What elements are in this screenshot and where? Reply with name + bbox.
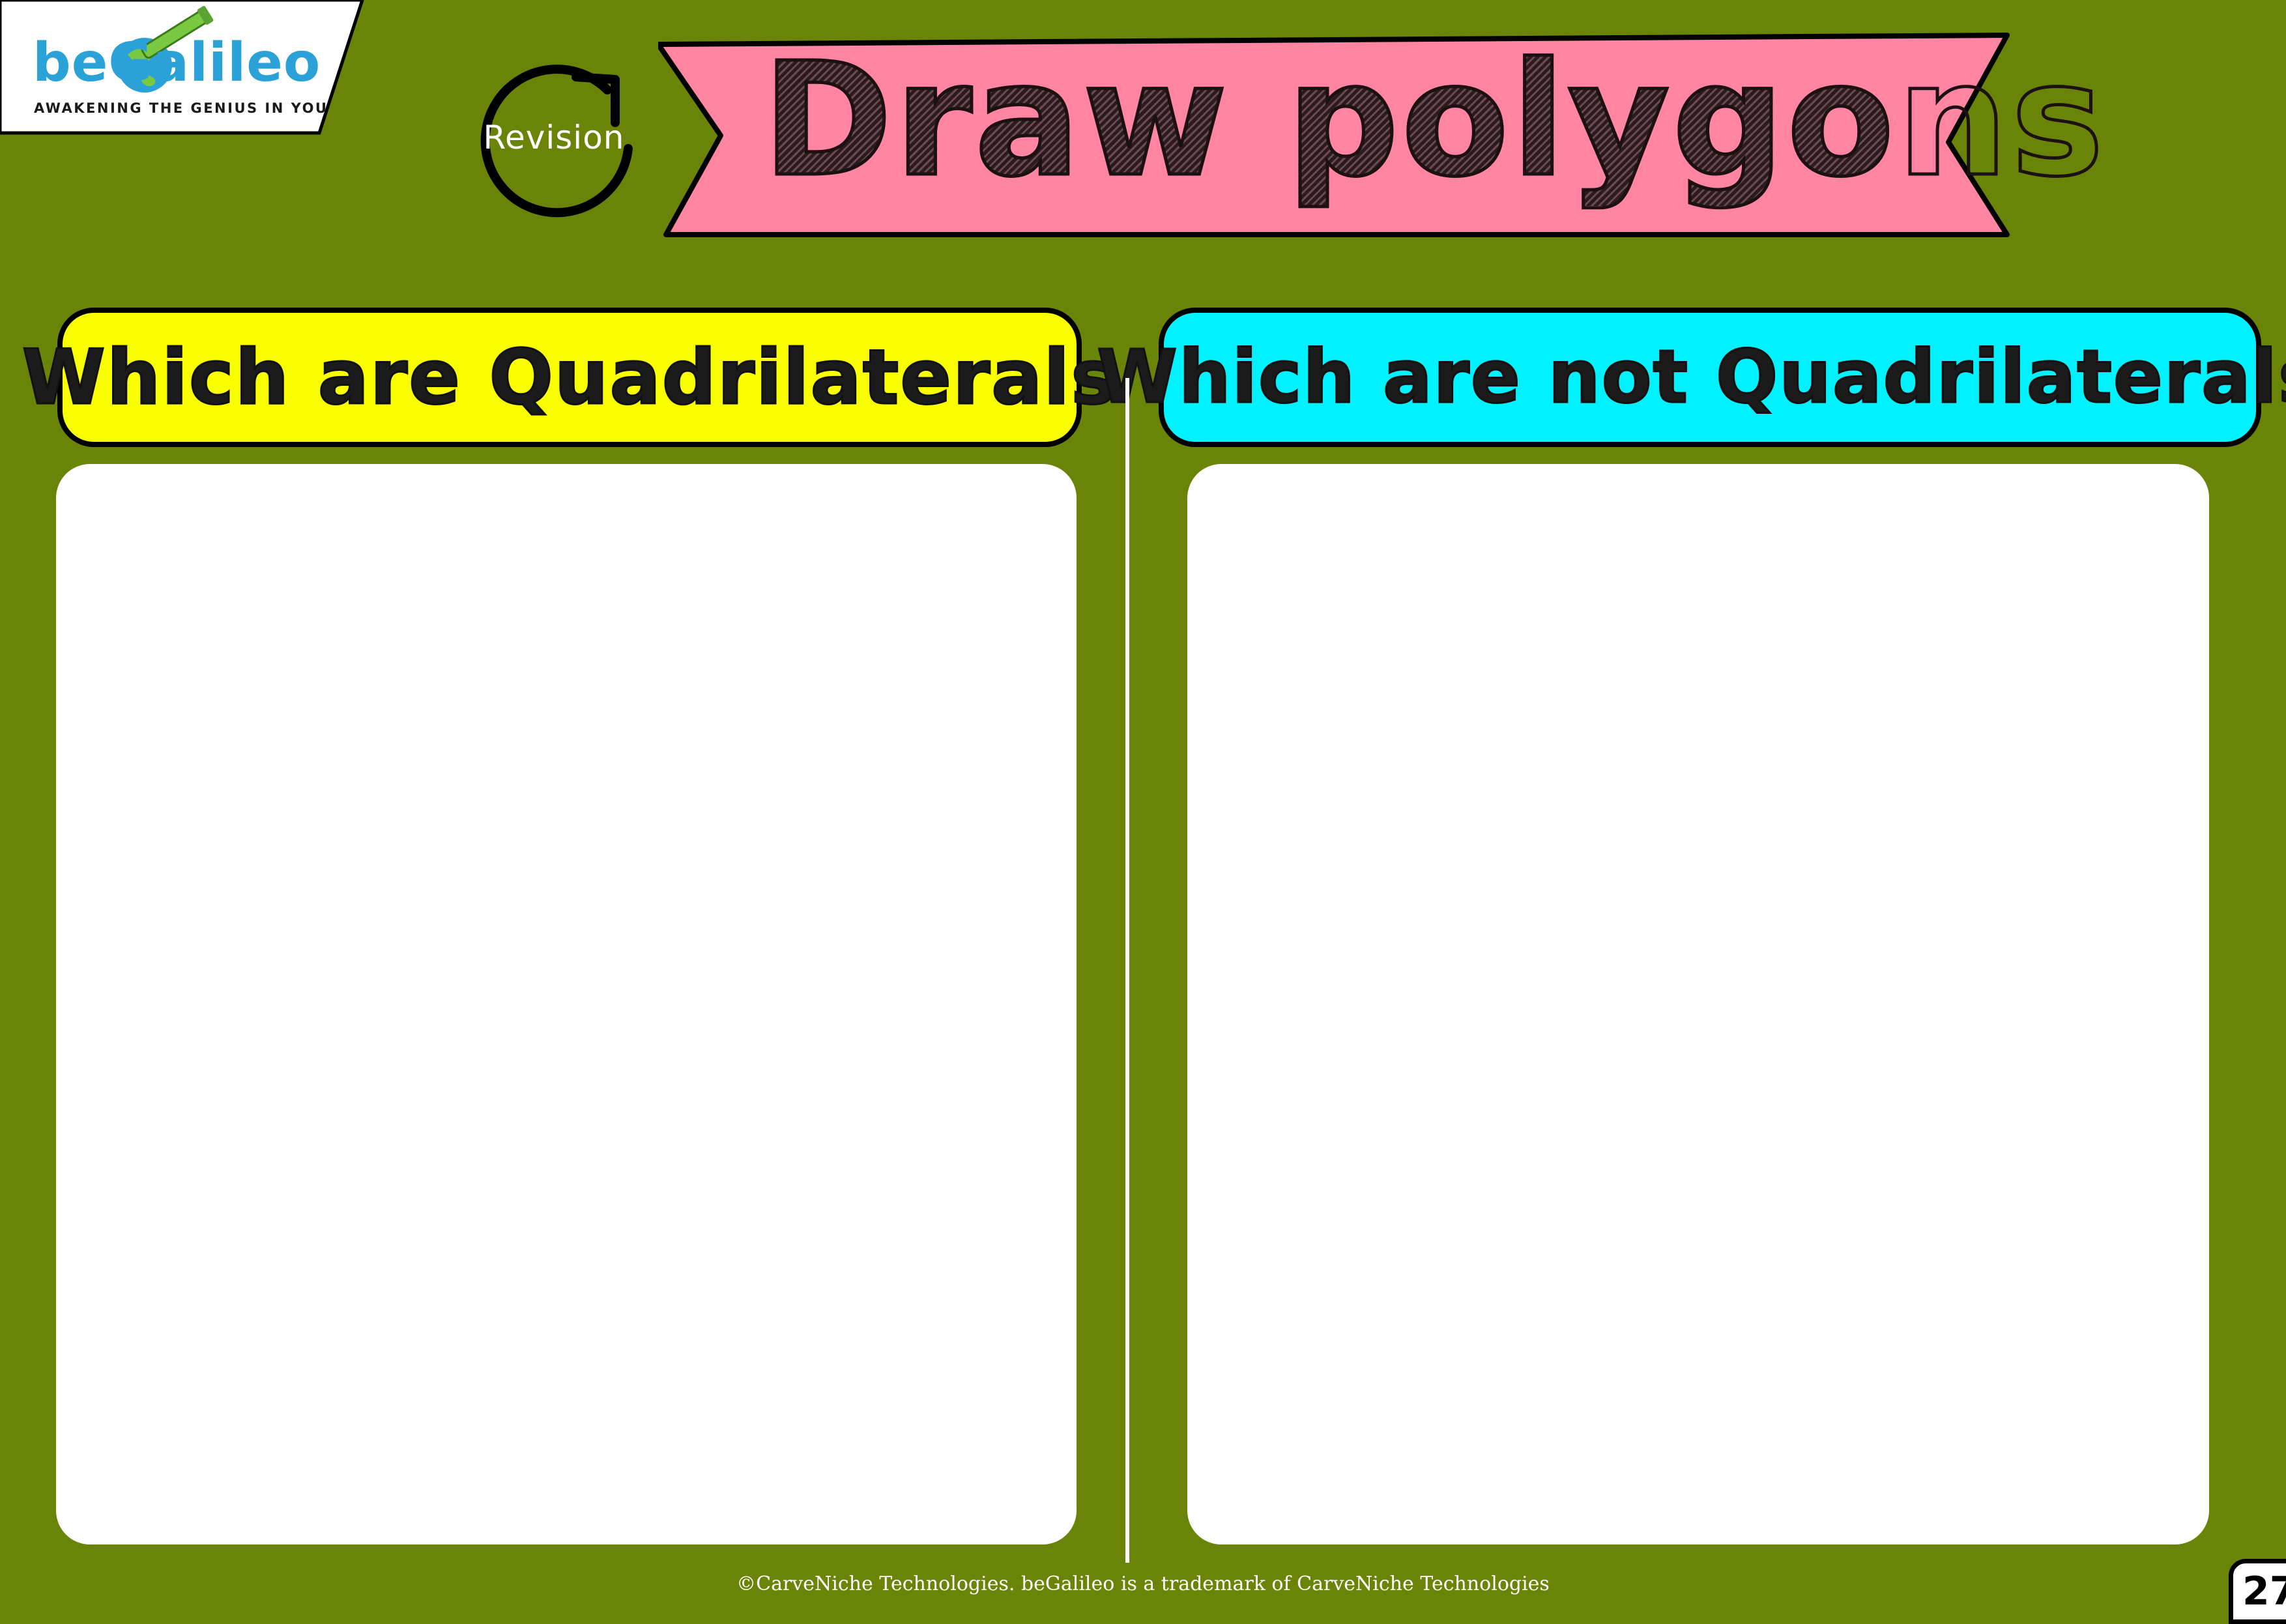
revision-label: Revision bbox=[483, 119, 625, 156]
right-column-header-label: Which are not Quadrilaterals bbox=[1096, 334, 2286, 421]
non-quadrilaterals-drawing-area[interactable] bbox=[1187, 464, 2209, 1544]
left-column-header: Which are Quadrilaterals bbox=[21, 308, 1117, 447]
brand-name: beGalileo bbox=[33, 32, 321, 94]
brand-tagline: AWAKENING THE GENIUS IN YOU bbox=[34, 100, 328, 116]
page-title: Draw polygons bbox=[761, 29, 2107, 211]
right-column-header: Which are not Quadrilaterals bbox=[1096, 308, 2286, 447]
column-divider bbox=[1125, 378, 1129, 1563]
quadrilaterals-drawing-area[interactable] bbox=[56, 464, 1077, 1544]
page-number: 27 bbox=[2229, 1559, 2286, 1624]
left-column-header-label: Which are Quadrilaterals bbox=[21, 332, 1118, 422]
copyright-footer: ©CarveNiche Technologies. beGalileo is a… bbox=[736, 1573, 1550, 1595]
